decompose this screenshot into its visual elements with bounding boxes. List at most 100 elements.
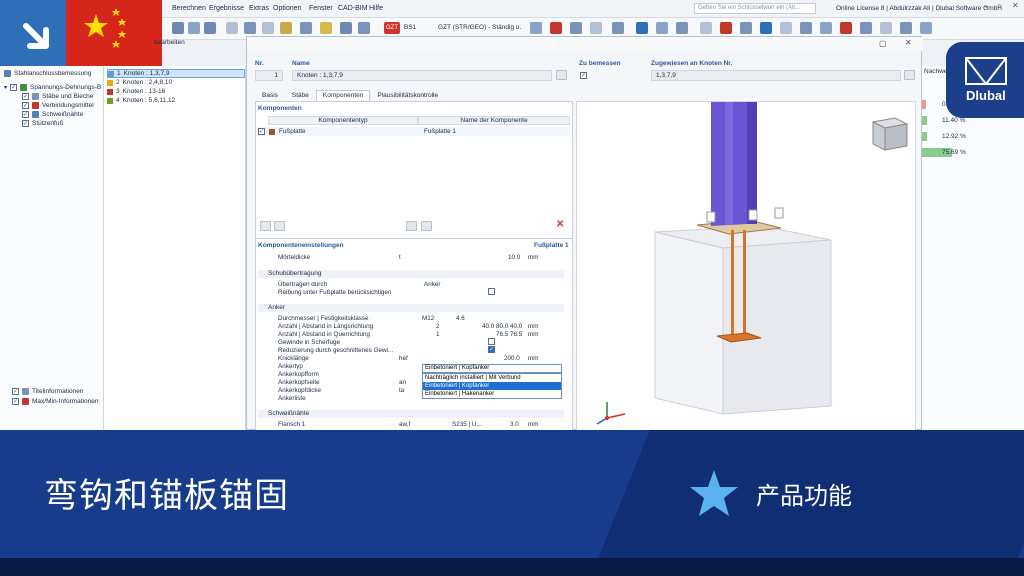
toolbar-icon-7[interactable] [280, 22, 292, 34]
dialog-close-icon[interactable]: ✕ [905, 38, 912, 47]
toolbar-icon-16[interactable] [612, 22, 624, 34]
node-list-item[interactable]: 1 Knoten : 1,3,7,9 [107, 69, 245, 78]
tab-basis[interactable]: Basis [255, 90, 285, 101]
ankertyp-option[interactable]: Nachträglich installiert | Mit Verbund [423, 374, 561, 382]
checkbox-verbindungsmittel[interactable]: ✓ [22, 102, 29, 109]
uebertragen-value[interactable]: Anker [424, 281, 440, 288]
knick-value[interactable]: 200.0 [504, 355, 520, 362]
toolbar-icon-25[interactable] [800, 22, 812, 34]
toolbar-icon-2[interactable] [188, 22, 200, 34]
menu-item-extras[interactable]: Extras [249, 5, 269, 12]
navigator-item-maxmin[interactable]: ✓ Max/Min-Informationen [12, 398, 98, 405]
maximize-icon[interactable]: ▫ [998, 1, 1001, 10]
expand-arrow-icon[interactable]: ▾ [4, 84, 7, 91]
menu-item-optionen[interactable]: Optionen [273, 5, 301, 12]
laengs-value[interactable]: 40.0 80.0 40.0 [482, 323, 522, 330]
menu-item-fenster[interactable]: Fenster [309, 5, 333, 12]
component-row[interactable]: ✓ Fußplatte Fußplatte 1 [258, 127, 570, 136]
toolbar-icon-5[interactable] [244, 22, 256, 34]
laengs-count[interactable]: 2 [436, 323, 440, 330]
checkbox-stuetzenfuss[interactable]: ✓ [22, 120, 29, 127]
menu-item-berechnen[interactable]: Berechnen [172, 5, 206, 12]
toolbar-icon-6[interactable] [262, 22, 274, 34]
menu-item-ergebnisse[interactable]: Ergebnisse [209, 5, 244, 12]
toolbar-icon-18[interactable] [656, 22, 668, 34]
toolbar-icon-21[interactable] [720, 22, 732, 34]
nr-field[interactable]: 1 [255, 70, 283, 81]
checkbox-staebe[interactable]: ✓ [22, 93, 29, 100]
add-component-2-button[interactable] [274, 221, 285, 231]
reibung-checkbox[interactable] [488, 288, 495, 295]
quer-value[interactable]: 76.5 76.5 [496, 331, 522, 338]
toolbar-icon-12[interactable] [530, 22, 542, 34]
select-nodes-button[interactable] [904, 70, 915, 80]
toolbar-icon-30[interactable] [900, 22, 912, 34]
toolbar-icon-22[interactable] [740, 22, 752, 34]
navigator-item-staebe[interactable]: ✓ Stäbe und Bleche [22, 93, 93, 100]
flansch-size[interactable]: 3.0 [510, 421, 519, 428]
component-checkbox[interactable]: ✓ [258, 128, 265, 135]
minimize-icon[interactable]: – [984, 2, 988, 11]
group-anker[interactable]: Anker [258, 304, 564, 312]
name-field[interactable]: Knoten : 1,3,7,9 [292, 70, 552, 81]
festigkeit-value[interactable]: 4.6 [456, 315, 465, 322]
toolbar-icon-19[interactable] [676, 22, 688, 34]
navigator-root-checkbox[interactable]: ✓ [10, 84, 18, 91]
tab-plausibilitaet[interactable]: Plausibilitätskontrolle [370, 90, 445, 101]
durchmesser-value[interactable]: M12 [422, 315, 434, 322]
3d-view[interactable] [576, 101, 916, 431]
toolbar-icon-31[interactable] [920, 22, 932, 34]
library-button[interactable] [421, 221, 432, 231]
gewinde-checkbox[interactable] [488, 338, 495, 345]
checkbox-maxmin[interactable]: ✓ [12, 398, 19, 405]
back-corner-button[interactable] [0, 0, 66, 66]
toolbar-icon-11[interactable] [358, 22, 370, 34]
toolbar-icon-10[interactable] [340, 22, 352, 34]
toolbar-icon-3[interactable] [204, 22, 216, 34]
checkbox-titelinformationen[interactable]: ✓ [12, 388, 19, 395]
toolbar-icon-29[interactable] [880, 22, 892, 34]
navigator-item-titelinformationen[interactable]: ✓ Titelinformationen [12, 388, 83, 395]
toolbar-icon-24[interactable] [780, 22, 792, 34]
combo-bs[interactable]: BS1 [404, 22, 432, 34]
toolbar-icon-9[interactable] [320, 22, 332, 34]
navigator-root-row[interactable]: ▾ ✓ Spannungs-Dehnungs-B [4, 84, 101, 91]
tab-staebe[interactable]: Stäbe [285, 90, 316, 101]
add-component-button[interactable] [260, 221, 271, 231]
tab-komponenten[interactable]: Komponenten [315, 90, 371, 101]
node-list-item[interactable]: 4 Knoten : 5,6,11,12 [107, 96, 245, 105]
group-schubuebertragung[interactable]: Schubübertragung [258, 270, 564, 278]
ankertyp-dropdown[interactable]: Einbetoniert | Kopfanker [422, 364, 562, 373]
ankertyp-option-selected[interactable]: Einbetoniert | Kopfanker [423, 382, 561, 390]
toolbar-icon-27[interactable] [840, 22, 852, 34]
reduzierung-checkbox[interactable]: ✓ [488, 346, 495, 353]
toolbar-icon-23[interactable] [760, 22, 772, 34]
toolbar-icon-14[interactable] [570, 22, 582, 34]
navigator-item-verbindungsmittel[interactable]: ✓ Verbindungsmittel [22, 102, 94, 109]
toolbar-icon-20[interactable] [700, 22, 712, 34]
import-button[interactable] [406, 221, 417, 231]
toolbar-icon-28[interactable] [860, 22, 872, 34]
quer-count[interactable]: 1 [436, 331, 440, 338]
menu-item-hilfe[interactable]: Hilfe [369, 5, 383, 12]
edit-name-button[interactable] [556, 70, 567, 80]
3d-model-svg[interactable] [577, 102, 916, 431]
toolbar-icon-1[interactable] [172, 22, 184, 34]
navigator-item-stuetzenfuss[interactable]: ✓ Stützenfuß [22, 120, 63, 127]
combo-gzt[interactable]: GZT (STR/GEO) - Ständig u... [438, 22, 522, 34]
toolbar-icon-15[interactable] [590, 22, 602, 34]
search-input[interactable]: Geben Sie ein Schlüsselwort ein (Alt... [694, 3, 816, 14]
toolbar-icon-13[interactable] [550, 22, 562, 34]
zu-bemessen-checkbox[interactable]: ✓ [580, 72, 587, 79]
close-app-icon[interactable]: ✕ [1012, 1, 1019, 10]
node-list-item[interactable]: 3 Knoten : 13-16 [107, 87, 245, 96]
moertel-value[interactable]: 10.0 [508, 254, 520, 261]
menu-item-cad-bim[interactable]: CAD-BIM [338, 5, 368, 12]
arrow-down-right-icon[interactable] [0, 0, 66, 66]
toolbar-icon-4[interactable] [226, 22, 238, 34]
zugewiesen-field[interactable]: 1,3,7,9 [651, 70, 901, 81]
delete-component-icon[interactable]: ✕ [556, 219, 564, 230]
toolbar-icon-8[interactable] [300, 22, 312, 34]
view-cube-icon[interactable] [871, 117, 909, 151]
group-schweissnaehte[interactable]: Schweißnähte [258, 410, 564, 418]
